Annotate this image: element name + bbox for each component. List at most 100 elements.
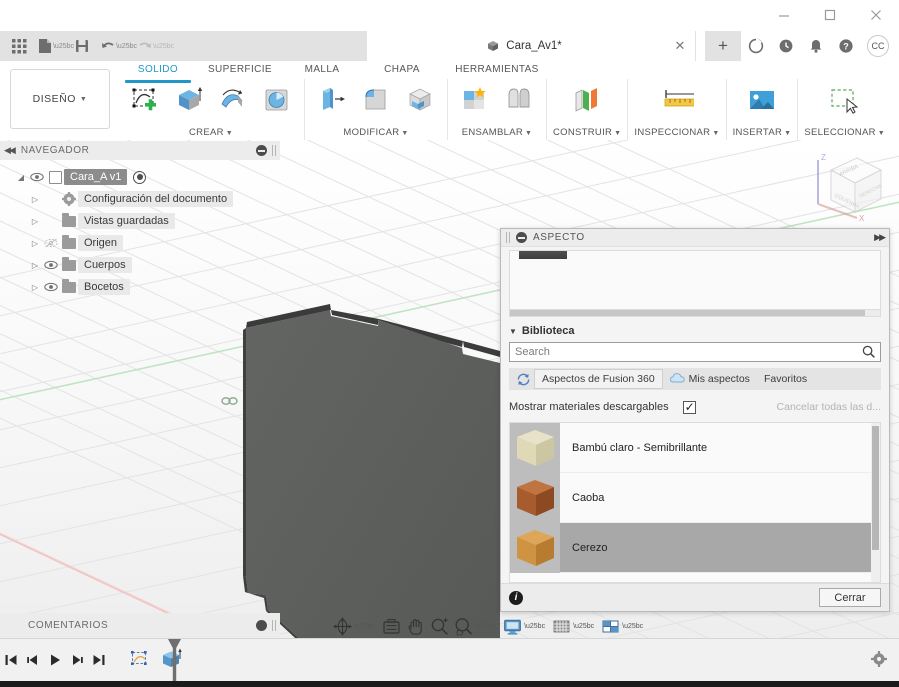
joint-button[interactable] bbox=[498, 81, 540, 117]
undo-caret[interactable]: \u25bc bbox=[116, 31, 137, 61]
orbit-caret[interactable]: \u25bc bbox=[354, 623, 379, 630]
info-icon[interactable]: i bbox=[509, 590, 523, 605]
expander-icon[interactable]: ▷ bbox=[28, 239, 42, 248]
activate-component-radio[interactable] bbox=[133, 170, 147, 184]
document-tab-close-icon[interactable]: ✕ bbox=[673, 38, 687, 54]
insert-image-button[interactable] bbox=[741, 81, 783, 117]
grid-snaps-button[interactable] bbox=[549, 613, 573, 639]
timeline-step-forward-button[interactable] bbox=[66, 647, 88, 673]
timeline-go-to-beginning-button[interactable] bbox=[0, 647, 22, 673]
look-at-button[interactable] bbox=[379, 613, 403, 639]
timeline-settings-gear-icon[interactable] bbox=[871, 650, 887, 670]
visibility-eye-off-icon[interactable] bbox=[42, 238, 60, 248]
job-status-icon[interactable] bbox=[741, 31, 771, 61]
timeline-play-button[interactable] bbox=[44, 647, 66, 673]
browser-minimize-icon[interactable] bbox=[256, 145, 267, 156]
measure-button[interactable] bbox=[647, 81, 707, 117]
zoom-fit-button[interactable] bbox=[427, 613, 451, 639]
zoom-button[interactable] bbox=[451, 613, 475, 639]
library-tab-favoritos[interactable]: Favoritos bbox=[757, 369, 814, 389]
dialog-minimize-icon[interactable] bbox=[516, 232, 527, 243]
expander-icon[interactable]: ▷ bbox=[28, 217, 42, 226]
help-icon[interactable]: ? bbox=[831, 31, 861, 61]
expander-icon[interactable]: ▷ bbox=[28, 195, 42, 204]
close-button[interactable]: Cerrar bbox=[819, 588, 881, 607]
timeline-go-to-end-button[interactable] bbox=[88, 647, 110, 673]
material-row-cerezo[interactable]: Cerezo bbox=[510, 522, 871, 573]
redo-caret[interactable]: \u25bc bbox=[153, 31, 174, 61]
tree-item-cuerpos[interactable]: ▷ Cuerpos bbox=[0, 254, 280, 276]
library-tab-fusion360[interactable]: Aspectos de Fusion 360 bbox=[534, 369, 663, 389]
hole-button[interactable] bbox=[256, 81, 298, 117]
window-close-button[interactable] bbox=[853, 0, 899, 30]
extrude-button[interactable] bbox=[168, 81, 210, 117]
comments-resize-grip[interactable] bbox=[272, 620, 276, 631]
appearance-dialog-header[interactable]: ASPECTO ▶▶ bbox=[501, 229, 889, 247]
library-tab-mis-aspectos[interactable]: Mis aspectos bbox=[663, 369, 757, 389]
bell-icon[interactable] bbox=[801, 31, 831, 61]
display-settings-button[interactable] bbox=[500, 613, 524, 639]
applied-appearance-swatch[interactable] bbox=[519, 251, 567, 259]
timeline-step-back-button[interactable] bbox=[22, 647, 44, 673]
in-design-list[interactable] bbox=[509, 250, 881, 310]
expander-icon[interactable]: ◢ bbox=[14, 173, 28, 182]
search-icon[interactable] bbox=[862, 345, 875, 361]
construct-plane-button[interactable] bbox=[566, 81, 608, 117]
workspace-selector[interactable]: DISEÑO ▼ bbox=[10, 69, 110, 129]
tab-herramientas[interactable]: HERRAMIENTAS bbox=[442, 61, 552, 79]
fillet-button[interactable] bbox=[355, 81, 397, 117]
shell-button[interactable] bbox=[399, 81, 441, 117]
grid-snaps-caret[interactable]: \u25bc bbox=[573, 623, 598, 630]
new-document-caret[interactable]: \u25bc bbox=[53, 31, 74, 61]
zoom-caret[interactable]: \u25bc bbox=[475, 623, 500, 630]
browser-resize-grip[interactable] bbox=[272, 145, 276, 156]
save-icon[interactable] bbox=[69, 31, 95, 61]
user-avatar[interactable]: CC bbox=[867, 35, 889, 57]
visibility-eye-icon[interactable] bbox=[28, 172, 46, 182]
library-section-header[interactable]: ▼ Biblioteca bbox=[509, 325, 881, 342]
visibility-eye-icon[interactable] bbox=[42, 260, 60, 270]
comments-panel[interactable]: COMENTARIOS bbox=[0, 613, 280, 638]
material-row-caoba[interactable]: Caoba bbox=[510, 472, 871, 523]
show-downloadable-checkbox[interactable] bbox=[682, 400, 696, 414]
window-minimize-button[interactable] bbox=[761, 0, 807, 30]
new-tab-button[interactable]: + bbox=[705, 31, 741, 61]
press-pull-button[interactable] bbox=[311, 81, 353, 117]
pan-button[interactable] bbox=[403, 613, 427, 639]
expander-icon[interactable]: ▷ bbox=[28, 283, 42, 292]
recent-clock-icon[interactable] bbox=[771, 31, 801, 61]
expander-icon[interactable]: ▷ bbox=[28, 261, 42, 270]
tree-item-cara-a-v1[interactable]: ◢ Cara_A v1 bbox=[0, 166, 280, 188]
tab-chapa[interactable]: CHAPA bbox=[362, 61, 442, 79]
timeline-feature-sketch[interactable] bbox=[126, 645, 156, 675]
viewports-button[interactable] bbox=[598, 613, 622, 639]
select-window-button[interactable] bbox=[824, 81, 866, 117]
refresh-icon[interactable] bbox=[512, 369, 534, 389]
sketch-create-button[interactable] bbox=[124, 81, 166, 117]
material-list-scrollbar[interactable] bbox=[871, 423, 880, 582]
cancel-all-downloads-button[interactable]: Cancelar todas las d... bbox=[777, 401, 881, 413]
dialog-drag-grip[interactable] bbox=[506, 232, 510, 243]
comments-minimize-icon[interactable] bbox=[256, 620, 267, 631]
material-list[interactable]: Bambú claro - Semibrillante Caoba Cerezo bbox=[509, 422, 881, 583]
orbit-button[interactable] bbox=[330, 613, 354, 639]
tree-item-origen[interactable]: ▷ Origen bbox=[0, 232, 280, 254]
search-input[interactable] bbox=[509, 342, 881, 362]
in-design-horizontal-scrollbar[interactable] bbox=[509, 310, 881, 317]
tree-item-bocetos[interactable]: ▷ Bocetos bbox=[0, 276, 280, 298]
material-row-bambu[interactable]: Bambú claro - Semibrillante bbox=[510, 423, 871, 473]
new-component-button[interactable] bbox=[454, 81, 496, 117]
viewports-caret[interactable]: \u25bc bbox=[622, 623, 647, 630]
tab-superficie[interactable]: SUPERFICIE bbox=[198, 61, 282, 79]
display-settings-caret[interactable]: \u25bc bbox=[524, 623, 549, 630]
dialog-expand-icon[interactable]: ▶▶ bbox=[874, 232, 886, 243]
tree-item-vistas-guardadas[interactable]: ▷ Vistas guardadas bbox=[0, 210, 280, 232]
view-cube[interactable]: Z X ARRIBA IZQUIERDA DERECHA bbox=[801, 146, 887, 226]
grid-apps-icon[interactable] bbox=[6, 31, 32, 61]
revolve-button[interactable] bbox=[212, 81, 254, 117]
document-tab[interactable]: Cara_Av1* ✕ bbox=[366, 31, 696, 61]
tab-malla[interactable]: MALLA bbox=[282, 61, 362, 79]
tab-solido[interactable]: SOLIDO bbox=[118, 61, 198, 83]
visibility-eye-icon[interactable] bbox=[42, 282, 60, 292]
browser-collapse-icon[interactable]: ◀◀ bbox=[4, 145, 16, 156]
